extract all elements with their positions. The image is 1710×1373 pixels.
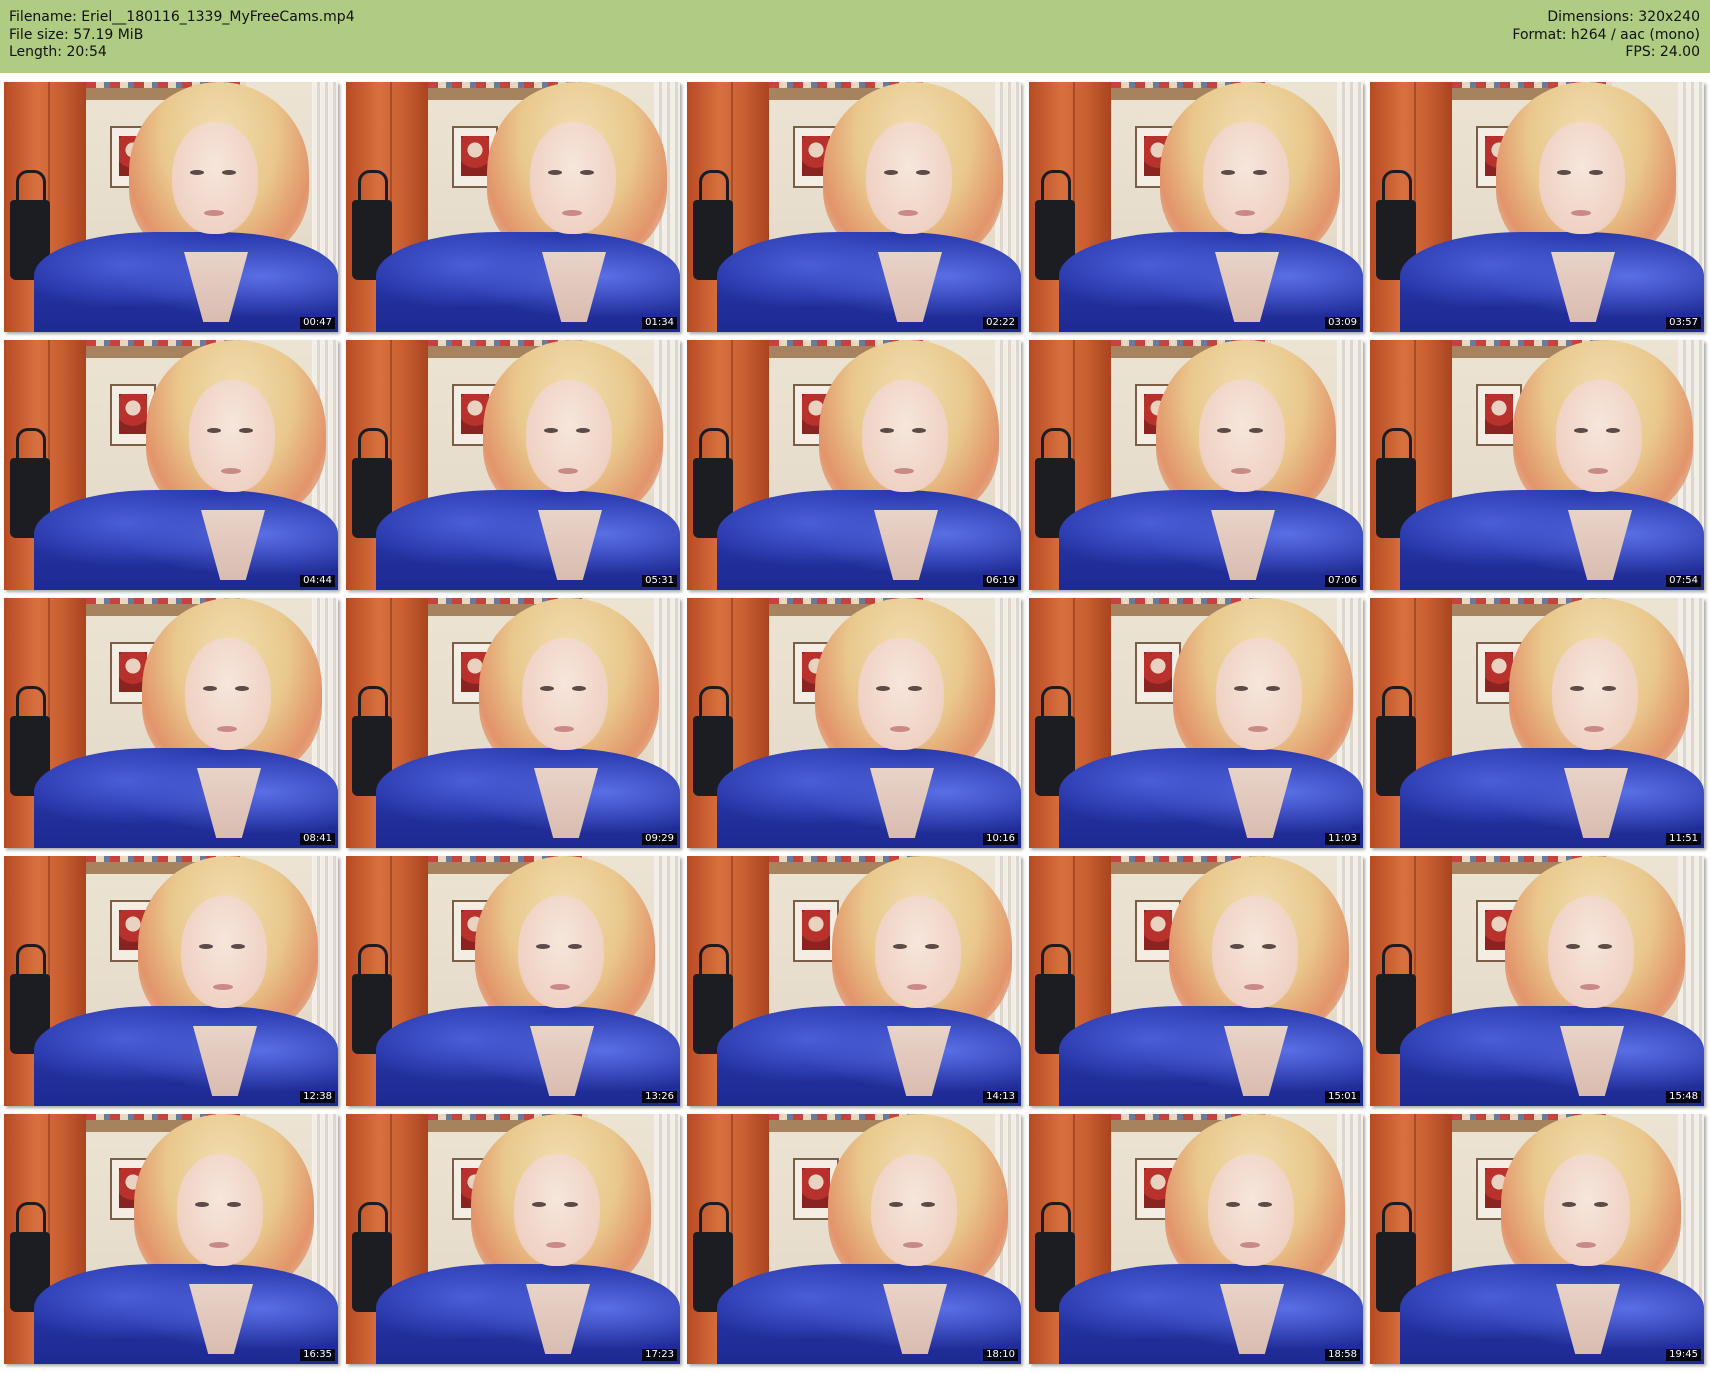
- timestamp-label: 14:13: [983, 1091, 1018, 1103]
- video-thumbnail: 03:09: [1029, 82, 1363, 332]
- timestamp-label: 15:48: [1666, 1091, 1701, 1103]
- video-thumbnail: 15:01: [1029, 856, 1363, 1106]
- video-frame-image: [1029, 82, 1363, 332]
- video-frame-image: [1370, 598, 1704, 848]
- timestamp-label: 12:38: [300, 1091, 335, 1103]
- timestamp-label: 03:09: [1325, 317, 1360, 329]
- info-header: Filename: Eriel__180116_1339_MyFreeCams.…: [0, 0, 1710, 73]
- video-frame-image: [4, 856, 338, 1106]
- video-frame-image: [346, 1114, 680, 1364]
- header-right-info: Dimensions: 320x240 Format: h264 / aac (…: [1512, 9, 1700, 62]
- format-text: Format: h264 / aac (mono): [1512, 26, 1700, 43]
- video-frame-image: [1029, 1114, 1363, 1364]
- video-thumbnail: 03:57: [1370, 82, 1704, 332]
- video-frame-image: [1370, 340, 1704, 590]
- video-thumbnail: 18:58: [1029, 1114, 1363, 1364]
- video-frame-image: [1370, 1114, 1704, 1364]
- video-thumbnail: 19:45: [1370, 1114, 1704, 1364]
- video-frame-image: [687, 82, 1021, 332]
- timestamp-label: 13:26: [642, 1091, 677, 1103]
- video-frame-image: [687, 1114, 1021, 1364]
- video-thumbnail: 14:13: [687, 856, 1021, 1106]
- video-frame-image: [1370, 82, 1704, 332]
- timestamp-label: 10:16: [983, 833, 1018, 845]
- video-frame-image: [346, 340, 680, 590]
- timestamp-label: 09:29: [642, 833, 677, 845]
- timestamp-label: 19:45: [1666, 1349, 1701, 1361]
- video-frame-image: [687, 598, 1021, 848]
- video-frame-image: [687, 340, 1021, 590]
- video-thumbnail: 11:51: [1370, 598, 1704, 848]
- timestamp-label: 17:23: [642, 1349, 677, 1361]
- video-frame-image: [4, 340, 338, 590]
- timestamp-label: 18:58: [1325, 1349, 1360, 1361]
- video-frame-image: [4, 1114, 338, 1364]
- video-thumbnail: 02:22: [687, 82, 1021, 332]
- timestamp-label: 00:47: [300, 317, 335, 329]
- video-frame-image: [4, 598, 338, 848]
- video-frame-image: [346, 856, 680, 1106]
- video-thumbnail: 10:16: [687, 598, 1021, 848]
- video-frame-image: [1029, 340, 1363, 590]
- video-thumbnail: 12:38: [4, 856, 338, 1106]
- length-text: Length: 20:54: [9, 44, 107, 60]
- dimensions-text: Dimensions: 320x240: [1547, 9, 1700, 25]
- filesize-text: File size: 57.19 MiB: [9, 26, 144, 43]
- video-frame-image: [1029, 598, 1363, 848]
- video-thumbnail: 00:47: [4, 82, 338, 332]
- video-thumbnail: 18:10: [687, 1114, 1021, 1364]
- timestamp-label: 07:06: [1325, 575, 1360, 587]
- video-frame-image: [346, 82, 680, 332]
- timestamp-label: 16:35: [300, 1349, 335, 1361]
- video-thumbnail: 04:44: [4, 340, 338, 590]
- timestamp-label: 04:44: [300, 575, 335, 587]
- video-frame-image: [1029, 856, 1363, 1106]
- video-thumbnail: 09:29: [346, 598, 680, 848]
- timestamp-label: 05:31: [642, 575, 677, 587]
- video-thumbnail: 06:19: [687, 340, 1021, 590]
- timestamp-label: 01:34: [642, 317, 677, 329]
- video-thumbnail: 07:54: [1370, 340, 1704, 590]
- video-frame-image: [1370, 856, 1704, 1106]
- video-thumbnail: 01:34: [346, 82, 680, 332]
- timestamp-label: 08:41: [300, 833, 335, 845]
- timestamp-label: 15:01: [1325, 1091, 1360, 1103]
- timestamp-label: 03:57: [1666, 317, 1701, 329]
- video-thumbnail: 05:31: [346, 340, 680, 590]
- fps-text: FPS: 24.00: [1625, 44, 1700, 60]
- video-thumbnail: 13:26: [346, 856, 680, 1106]
- video-thumbnail: 07:06: [1029, 340, 1363, 590]
- timestamp-label: 18:10: [983, 1349, 1018, 1361]
- video-thumbnail: 16:35: [4, 1114, 338, 1364]
- timestamp-label: 11:51: [1666, 833, 1701, 845]
- video-thumbnail: 17:23: [346, 1114, 680, 1364]
- video-frame-image: [687, 856, 1021, 1106]
- thumbnail-grid: 00:47 01:34 02:22 03:09 03:57 04:44 05:31 06:19…: [4, 82, 1708, 1370]
- timestamp-label: 06:19: [983, 575, 1018, 587]
- video-frame-image: [346, 598, 680, 848]
- timestamp-label: 11:03: [1325, 833, 1360, 845]
- timestamp-label: 02:22: [983, 317, 1018, 329]
- video-thumbnail: 08:41: [4, 598, 338, 848]
- video-thumbnail: 15:48: [1370, 856, 1704, 1106]
- timestamp-label: 07:54: [1666, 575, 1701, 587]
- header-left-info: Filename: Eriel__180116_1339_MyFreeCams.…: [9, 9, 355, 62]
- filename-text: Filename: Eriel__180116_1339_MyFreeCams.…: [9, 9, 355, 25]
- video-thumbnail: 11:03: [1029, 598, 1363, 848]
- video-frame-image: [4, 82, 338, 332]
